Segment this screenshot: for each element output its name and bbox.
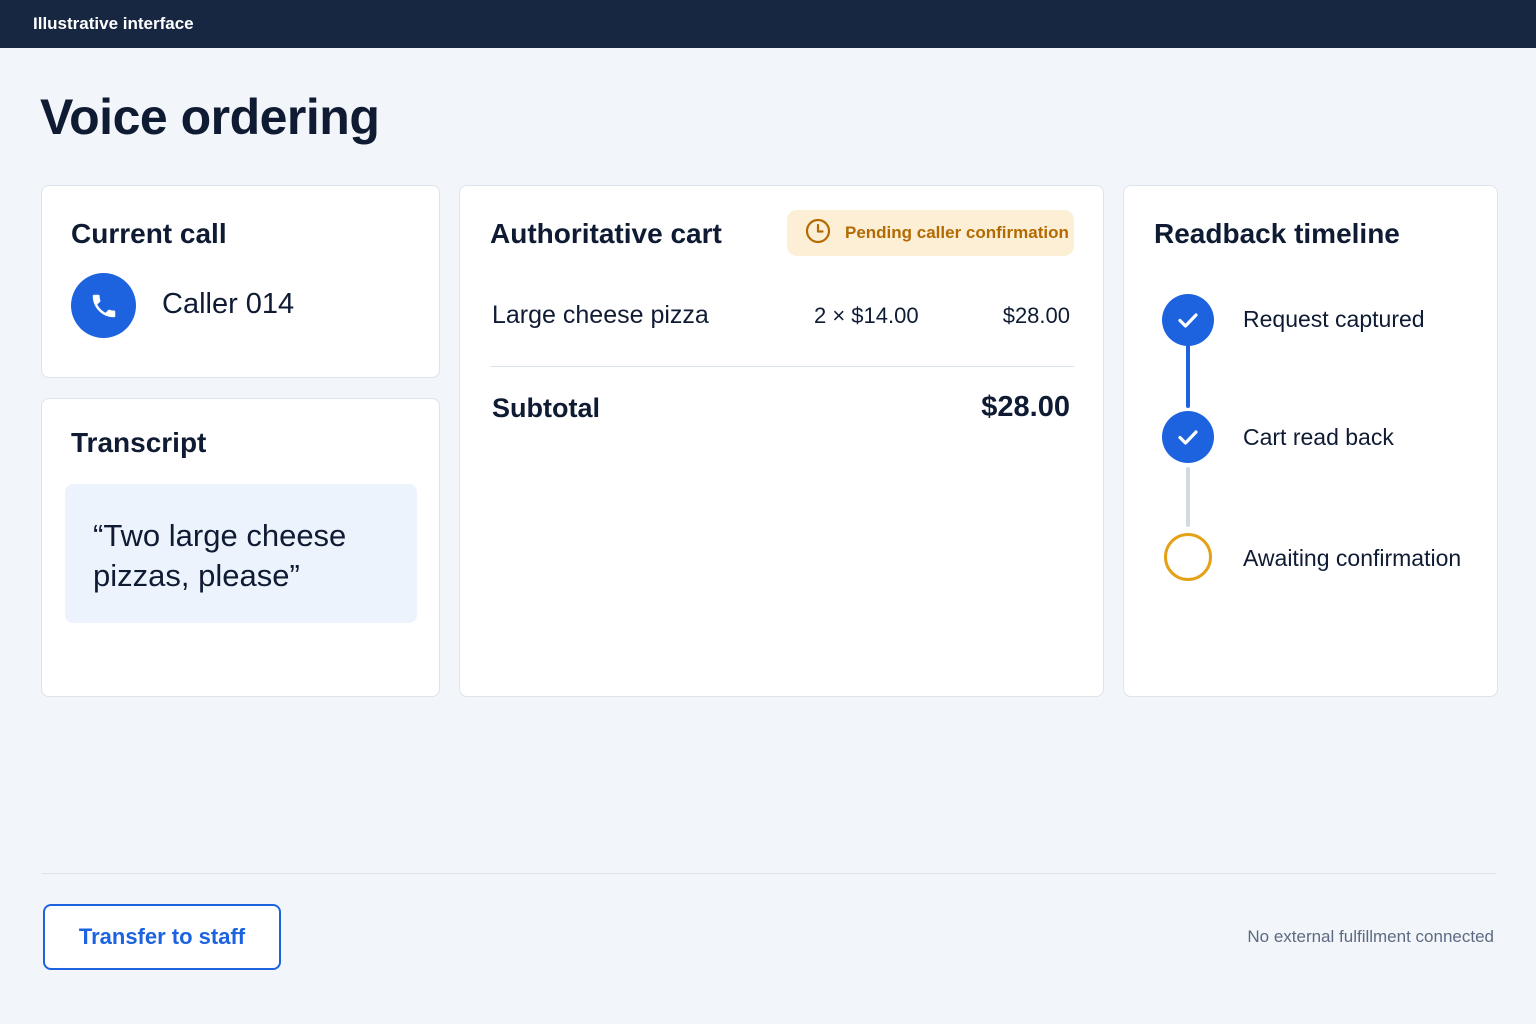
cart-title: Authoritative cart (490, 218, 722, 249)
status-badge: Pending caller confirmation (787, 210, 1074, 256)
caller-name: Caller 014 (162, 288, 295, 320)
timeline-step-label: Cart read back (1243, 424, 1394, 450)
current-call-card: Current call Caller 014 (41, 185, 440, 378)
page-title: Voice ordering (40, 89, 380, 145)
timeline-connector (1186, 344, 1190, 408)
top-bar-label: Illustrative interface (33, 14, 194, 33)
item-total: $28.00 (1002, 303, 1070, 328)
fulfillment-status-note: No external fulfillment connected (1247, 927, 1494, 946)
current-call-title: Current call (71, 218, 227, 249)
subtotal-label: Subtotal (492, 393, 600, 423)
divider (490, 366, 1074, 367)
footer-divider (42, 873, 1496, 874)
transcript-text: “Two large cheese pizzas, please” (65, 484, 417, 623)
transcript-title: Transcript (71, 427, 207, 458)
top-bar: Illustrative interface (0, 0, 1536, 48)
timeline-connector (1186, 467, 1190, 527)
check-icon (1162, 294, 1214, 346)
cart-card: Authoritative cart Pending caller confir… (459, 185, 1104, 697)
clock-icon (805, 218, 831, 249)
subtotal-value: $28.00 (981, 391, 1070, 423)
transfer-to-staff-button[interactable]: Transfer to staff (43, 904, 281, 970)
timeline-title: Readback timeline (1154, 218, 1400, 249)
item-name: Large cheese pizza (492, 301, 709, 329)
check-icon (1162, 411, 1214, 463)
empty-circle-icon (1164, 533, 1212, 581)
item-quantity-price: 2 × $14.00 (814, 303, 919, 328)
timeline-step-label: Awaiting confirmation (1243, 545, 1462, 571)
status-badge-label: Pending caller confirmation (845, 223, 1069, 242)
timeline-card: Readback timeline Request captured Cart … (1123, 185, 1498, 697)
transcript-card: Transcript “Two large cheese pizzas, ple… (41, 398, 440, 697)
timeline-step-label: Request captured (1243, 306, 1425, 332)
phone-icon (71, 273, 136, 338)
